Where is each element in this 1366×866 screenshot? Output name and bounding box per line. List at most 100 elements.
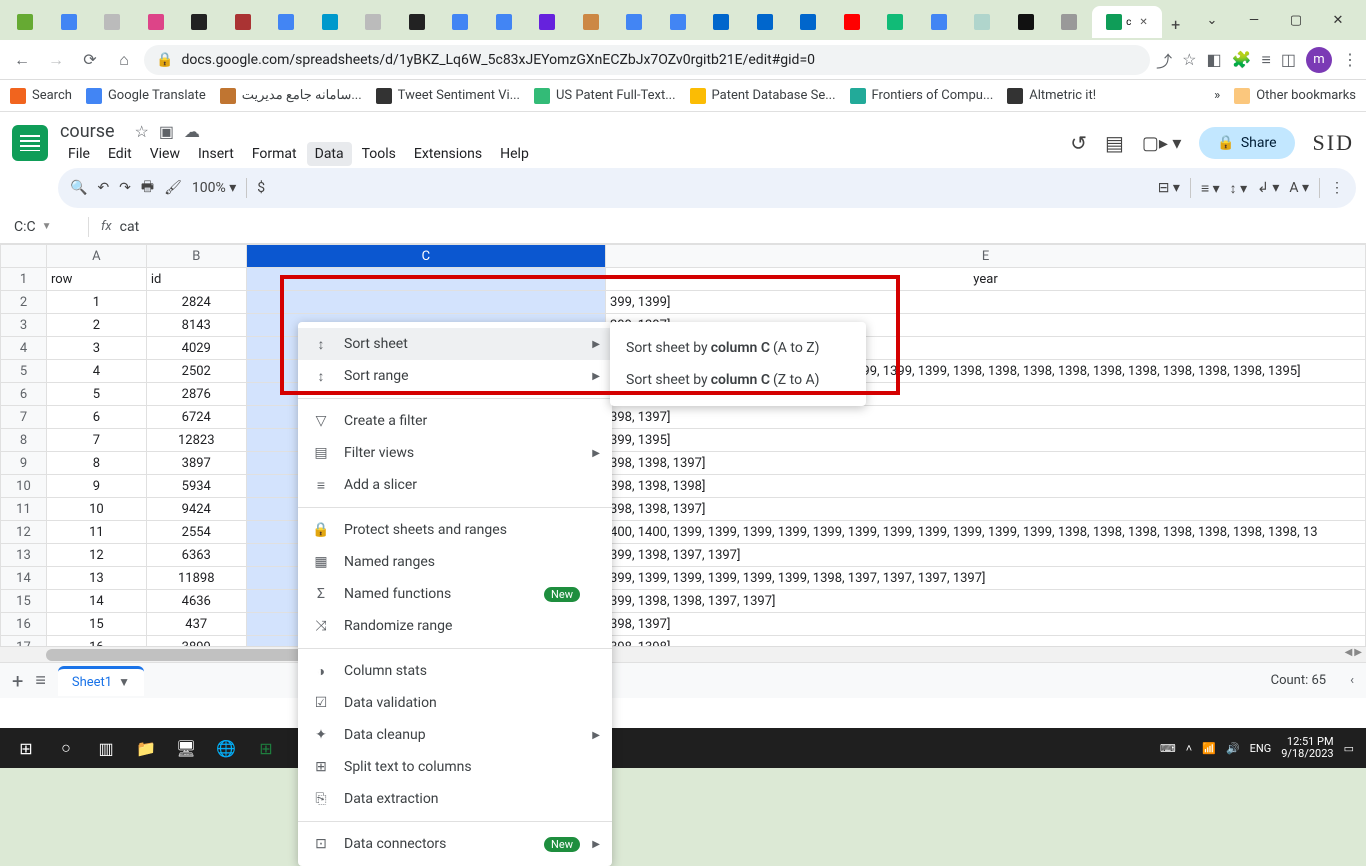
valign-icon[interactable]: ↕ ▾ xyxy=(1230,180,1248,197)
row-header[interactable]: 2 xyxy=(1,291,47,314)
notifications-icon[interactable]: ▭ xyxy=(1344,742,1354,755)
tray-chevron-icon[interactable]: ˄ xyxy=(1186,742,1192,755)
all-sheets-button[interactable]: ≡ xyxy=(35,670,46,691)
browser-tab[interactable] xyxy=(874,6,917,38)
cloud-icon[interactable]: ☁ xyxy=(184,122,200,141)
cell[interactable]: 3897 xyxy=(146,452,246,475)
menu-icon[interactable]: ⋮ xyxy=(1342,50,1358,69)
cell[interactable]: 2502 xyxy=(146,360,246,383)
cell[interactable]: 5 xyxy=(46,383,146,406)
browser-tab[interactable] xyxy=(570,6,613,38)
explore-collapse-icon[interactable]: ‹ xyxy=(1350,673,1354,688)
sheet-tab[interactable]: Sheet1▼ xyxy=(58,666,144,696)
row-header[interactable]: 9 xyxy=(1,452,47,475)
browser-tab[interactable] xyxy=(135,6,178,38)
menu-item-sort-range[interactable]: ↕Sort range▶ xyxy=(298,360,612,392)
search-button[interactable]: ○ xyxy=(46,728,86,768)
bookmark-item[interactable]: Tweet Sentiment Vi... xyxy=(376,88,520,104)
row-header[interactable]: 5 xyxy=(1,360,47,383)
cell[interactable]: 1 xyxy=(46,291,146,314)
cell[interactable]: 399, 1399] xyxy=(606,291,1366,314)
menu-item-data-connectors[interactable]: ⊡Data connectorsNew▶ xyxy=(298,828,612,860)
cell[interactable]: 437 xyxy=(146,613,246,636)
column-header[interactable]: C xyxy=(246,245,605,268)
bookmarks-overflow[interactable]: » xyxy=(1214,88,1220,103)
cell[interactable]: 11 xyxy=(46,521,146,544)
sheets-logo-icon[interactable] xyxy=(12,125,48,161)
menu-item-split-text-to-columns[interactable]: ⊞Split text to columns xyxy=(298,751,612,783)
spreadsheet-grid[interactable]: ABCE 1 row id year2 1 2824 399, 1399]3 2… xyxy=(0,244,1366,662)
menu-item-filter-views[interactable]: ▤Filter views▶ xyxy=(298,437,612,469)
browser-tab[interactable] xyxy=(961,6,1004,38)
excel-icon[interactable]: ⊞ xyxy=(246,728,286,768)
cell[interactable] xyxy=(246,291,605,314)
browser-tab[interactable] xyxy=(613,6,656,38)
row-header[interactable]: 16 xyxy=(1,613,47,636)
cell[interactable]: 4 xyxy=(46,360,146,383)
browser-tab[interactable] xyxy=(918,6,961,38)
browser-tab[interactable] xyxy=(787,6,830,38)
comments-icon[interactable]: ▤ xyxy=(1105,131,1124,155)
column-header[interactable]: E xyxy=(606,245,1366,268)
sidepanel-icon[interactable]: ◫ xyxy=(1281,50,1296,69)
cell[interactable]: 399, 1398, 1398, 1397, 1397] xyxy=(606,590,1366,613)
row-header[interactable]: 8 xyxy=(1,429,47,452)
bookmark-item[interactable]: Patent Database Se... xyxy=(690,88,836,104)
browser-tab[interactable] xyxy=(700,6,743,38)
browser-tab[interactable] xyxy=(831,6,874,38)
app-icon[interactable]: 🖥 xyxy=(166,728,206,768)
bookmark-item[interactable]: Frontiers of Compu... xyxy=(850,88,994,104)
cell[interactable]: 6363 xyxy=(146,544,246,567)
cell[interactable]: 13 xyxy=(46,567,146,590)
currency-button[interactable]: $ xyxy=(257,180,265,196)
cell[interactable]: 398, 1397] xyxy=(606,406,1366,429)
zoom-select[interactable]: 100% ▾ xyxy=(192,180,236,196)
extensions-icon[interactable]: 🧩 xyxy=(1232,50,1252,69)
share-icon[interactable]: ⤴ xyxy=(1156,48,1172,72)
cell[interactable]: 2 xyxy=(46,314,146,337)
sort-sheet-az[interactable]: Sort sheet by column C (A to Z) xyxy=(610,332,866,364)
home-button[interactable]: ⌂ xyxy=(110,46,138,74)
share-button[interactable]: 🔒 Share xyxy=(1199,127,1294,159)
meet-icon[interactable]: ▢▸ ▾ xyxy=(1142,133,1182,154)
back-button[interactable]: ← xyxy=(8,46,36,74)
cell[interactable]: id xyxy=(146,268,246,291)
bookmark-item[interactable]: US Patent Full-Text... xyxy=(534,88,676,104)
menu-item-protect-sheets-and-ranges[interactable]: 🔒Protect sheets and ranges xyxy=(298,514,612,546)
menu-item-add-a-slicer[interactable]: ≡Add a slicer xyxy=(298,469,612,501)
row-header[interactable]: 7 xyxy=(1,406,47,429)
browser-tab[interactable] xyxy=(222,6,265,38)
browser-tab-active[interactable]: c ✕ xyxy=(1092,6,1163,38)
cell[interactable]: 2554 xyxy=(146,521,246,544)
browser-tab[interactable] xyxy=(265,6,308,38)
bookmark-item[interactable]: سامانه جامع مدیریت... xyxy=(220,88,362,104)
bookmark-item[interactable]: Altmetric it! xyxy=(1007,88,1096,104)
menu-file[interactable]: File xyxy=(60,142,98,166)
row-header[interactable]: 1 xyxy=(1,268,47,291)
row-header[interactable]: 15 xyxy=(1,590,47,613)
browser-tab[interactable] xyxy=(439,6,482,38)
menu-item-column-stats[interactable]: ◑Column stats xyxy=(298,655,612,687)
browser-tab[interactable] xyxy=(352,6,395,38)
cell[interactable]: row xyxy=(46,268,146,291)
menu-item-named-functions[interactable]: ΣNamed functionsNew xyxy=(298,578,612,610)
reading-list-icon[interactable]: ≡ xyxy=(1262,50,1271,70)
cell[interactable]: 10 xyxy=(46,498,146,521)
volume-icon[interactable]: 🔊 xyxy=(1226,742,1240,755)
menu-edit[interactable]: Edit xyxy=(100,142,140,166)
browser-tab[interactable] xyxy=(48,6,91,38)
cell[interactable]: year xyxy=(606,268,1366,291)
row-header[interactable]: 4 xyxy=(1,337,47,360)
cell[interactable]: 12823 xyxy=(146,429,246,452)
menu-format[interactable]: Format xyxy=(244,142,305,166)
cell[interactable]: 398, 1398, 1397] xyxy=(606,498,1366,521)
start-button[interactable]: ⊞ xyxy=(6,728,46,768)
textwrap-icon[interactable]: ↲ ▾ xyxy=(1257,180,1279,196)
file-explorer-icon[interactable]: 📁 xyxy=(126,728,166,768)
menu-item-randomize-range[interactable]: ⤨Randomize range xyxy=(298,610,612,642)
cell[interactable]: 2876 xyxy=(146,383,246,406)
row-header[interactable]: 6 xyxy=(1,383,47,406)
row-header[interactable]: 10 xyxy=(1,475,47,498)
input-indicator-icon[interactable]: ⌨ xyxy=(1160,742,1176,755)
tabs-dropdown-icon[interactable]: ⌄ xyxy=(1198,13,1226,28)
